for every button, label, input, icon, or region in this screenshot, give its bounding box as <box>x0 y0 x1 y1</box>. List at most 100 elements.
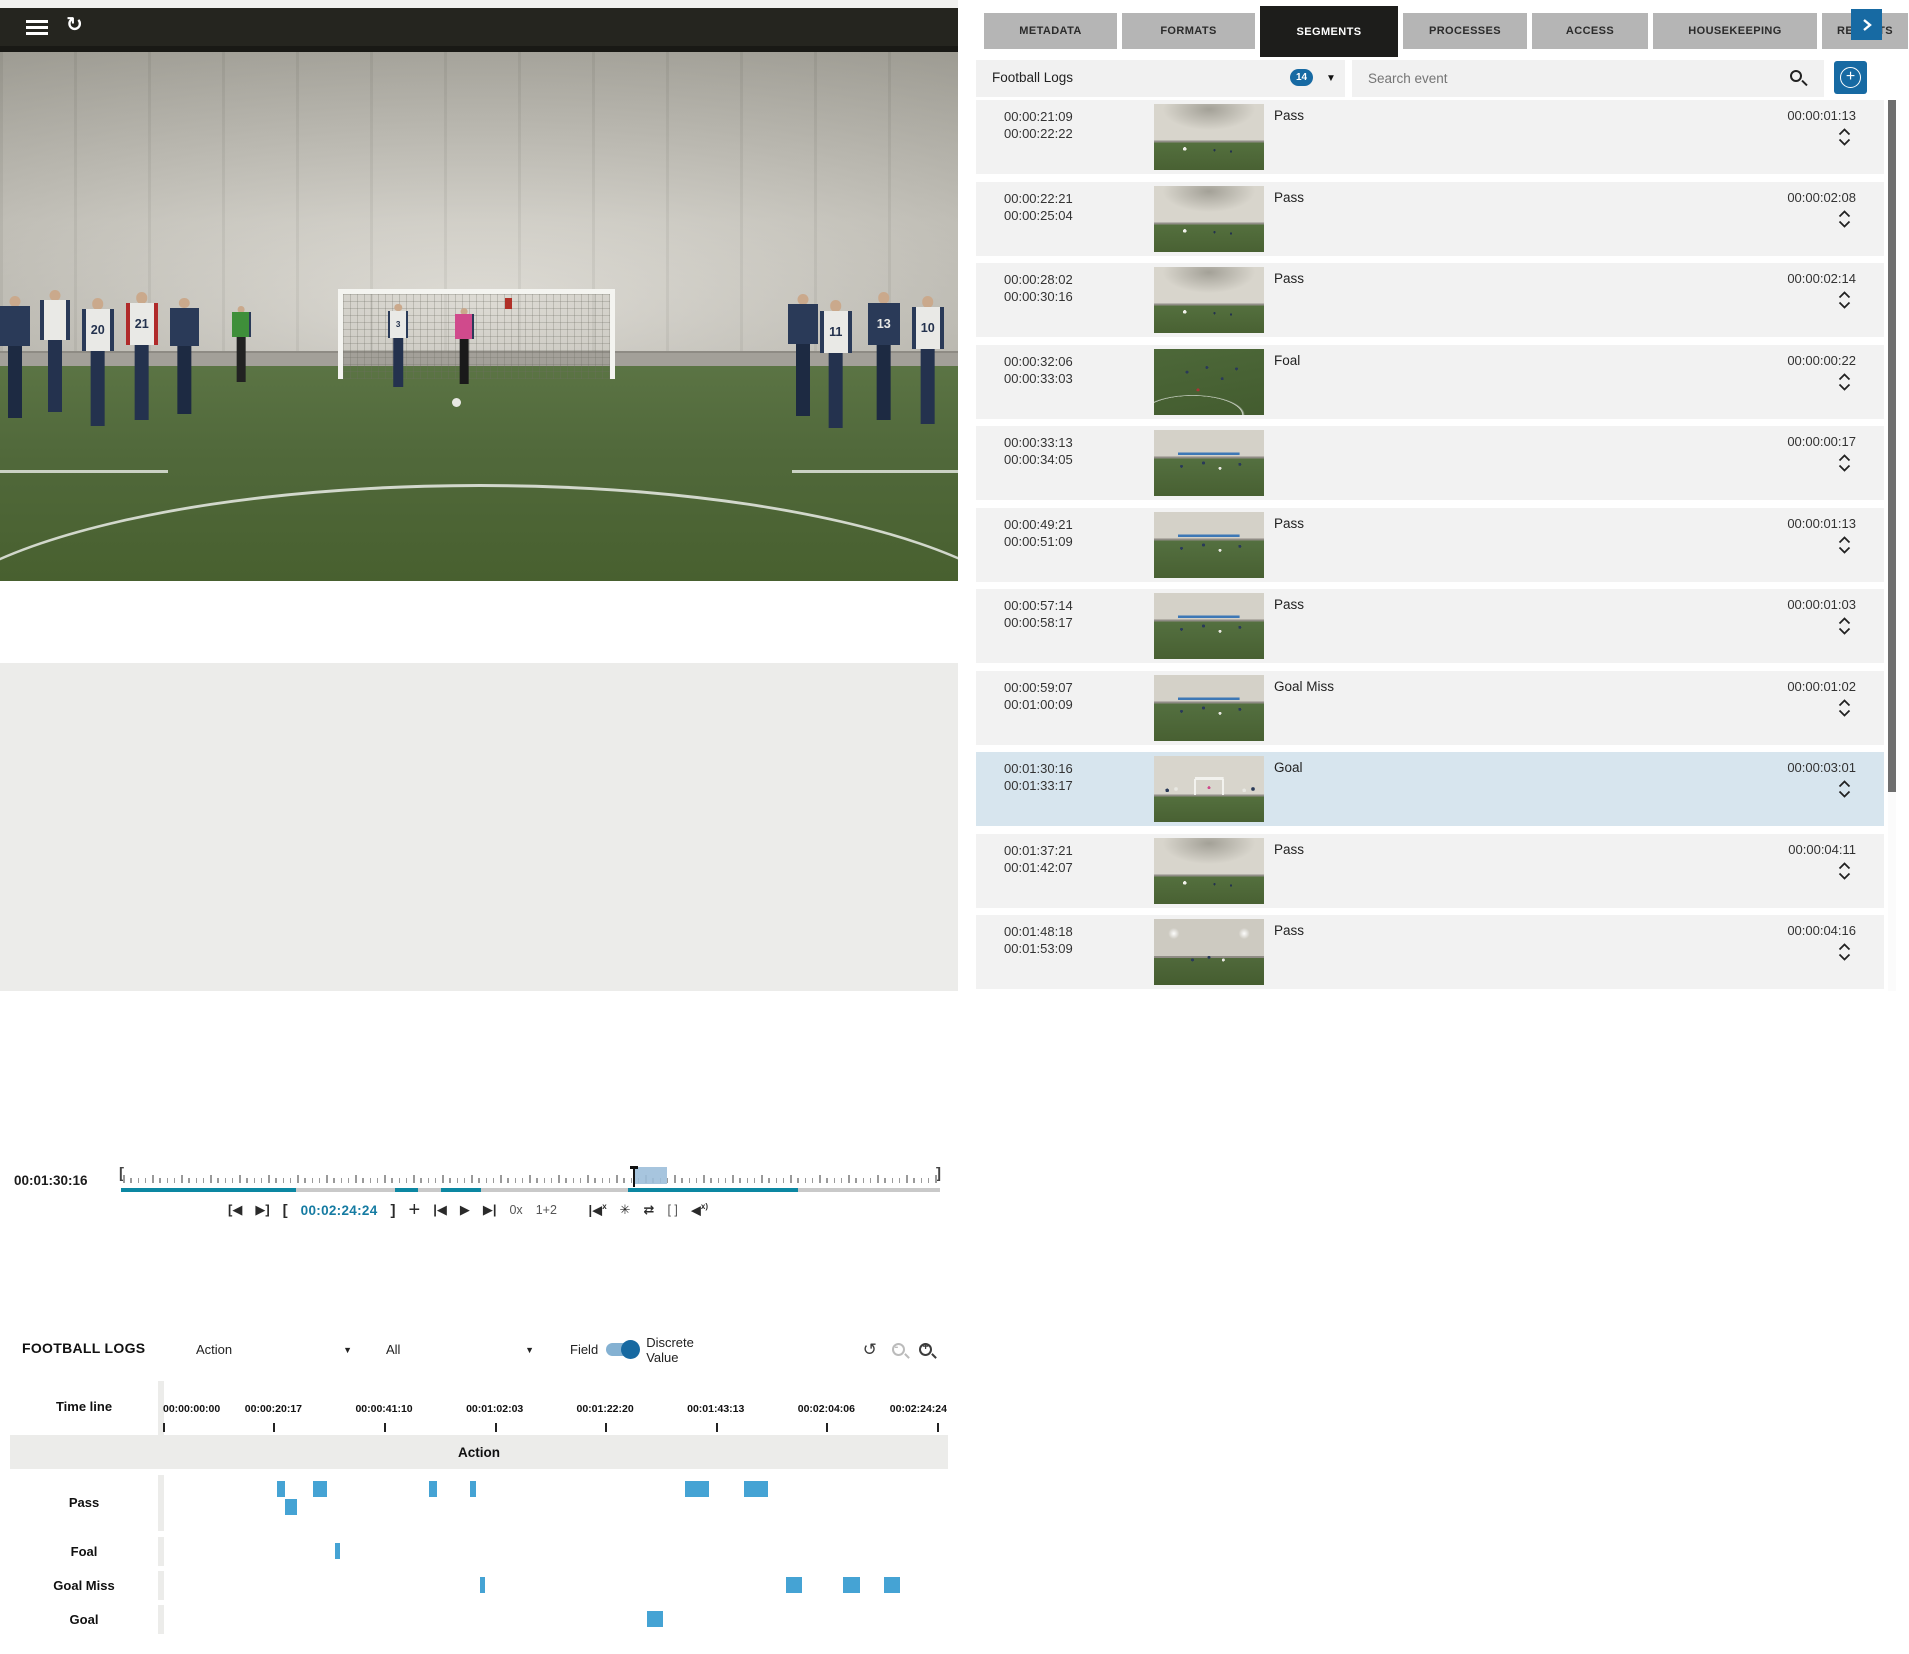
chevron-down-icon[interactable] <box>1838 301 1852 309</box>
player-panel: ↻ 20213111310 00:01:30:16 [ ] [◀▶][00:02… <box>0 0 958 991</box>
chevron-up-icon[interactable] <box>1838 617 1852 625</box>
mark-in-icon[interactable]: [ <box>283 1202 288 1219</box>
search-icon[interactable] <box>1790 70 1802 82</box>
chevron-down-icon[interactable] <box>1838 138 1852 146</box>
segment-row[interactable]: 00:00:57:1400:00:58:17Pass00:00:01:03 <box>976 589 1884 663</box>
event-bar[interactable] <box>480 1577 486 1593</box>
pitch-line-right <box>792 470 958 473</box>
chevron-up-icon[interactable] <box>1838 780 1852 788</box>
reset-history-icon[interactable]: ↺ <box>863 1340 877 1360</box>
playback-rate[interactable]: 0x <box>509 1203 522 1217</box>
event-bar[interactable] <box>685 1481 709 1497</box>
zoom-out-icon[interactable]: - <box>892 1343 905 1356</box>
segment-row[interactable]: 00:00:28:0200:00:30:16Pass00:00:02:14 <box>976 263 1884 337</box>
tab-segments[interactable]: SEGMENTS <box>1260 6 1398 57</box>
segment-out-timecode: 00:00:30:16 <box>1004 289 1073 304</box>
segment-row[interactable]: 00:00:22:2100:00:25:04Pass00:00:02:08 <box>976 182 1884 256</box>
event-bar[interactable] <box>335 1543 340 1559</box>
timeline-ruler[interactable]: [ ] <box>119 1165 941 1195</box>
search-input[interactable] <box>1368 60 1748 97</box>
event-bar[interactable] <box>744 1481 769 1497</box>
chevron-up-icon[interactable] <box>1838 291 1852 299</box>
menu-icon[interactable] <box>26 20 48 35</box>
volume-icon[interactable]: ◀x) <box>691 1202 708 1218</box>
duration-stepper[interactable] <box>1838 454 1852 472</box>
prev-frame-icon[interactable]: |◀ <box>433 1202 447 1218</box>
chevron-up-icon[interactable] <box>1838 943 1852 951</box>
tab-access[interactable]: ACCESS <box>1532 13 1648 49</box>
chevron-down-icon[interactable] <box>1838 464 1852 472</box>
play-icon[interactable]: ▶ <box>460 1202 470 1218</box>
chevron-down-icon[interactable] <box>1838 546 1852 554</box>
event-bar[interactable] <box>884 1577 900 1593</box>
duration-stepper[interactable] <box>1838 862 1852 880</box>
duration-stepper[interactable] <box>1838 780 1852 798</box>
segment-row[interactable]: 00:00:49:2100:00:51:09Pass00:00:01:13 <box>976 508 1884 582</box>
mute-in-icon[interactable]: |◀x <box>589 1202 607 1218</box>
segment-row[interactable]: 00:01:37:2100:01:42:07Pass00:00:04:11 <box>976 834 1884 908</box>
tab-formats[interactable]: FORMATS <box>1122 13 1255 49</box>
chevron-down-icon[interactable] <box>1838 872 1852 880</box>
duration-stepper[interactable] <box>1838 373 1852 391</box>
shutter-icon[interactable]: ✳ <box>620 1202 631 1218</box>
log-collection-select[interactable]: Football Logs 14 ▼ <box>976 60 1345 97</box>
add-segment-button[interactable]: + <box>1834 61 1867 94</box>
segment-row[interactable]: 00:01:30:1600:01:33:17Goal00:00:03:01 <box>976 752 1884 826</box>
fullscreen-icon[interactable]: [ ] <box>667 1203 677 1217</box>
goto-out-icon[interactable]: ▶] <box>255 1202 269 1218</box>
swap-icon[interactable]: ⇄ <box>644 1202 655 1218</box>
action-filter-select[interactable]: Action ▼ <box>184 1331 364 1368</box>
duration-stepper[interactable] <box>1838 943 1852 961</box>
scrollbar-thumb[interactable] <box>1888 100 1896 792</box>
tab-processes[interactable]: PROCESSES <box>1403 13 1527 49</box>
value-filter-select[interactable]: All ▼ <box>374 1331 546 1368</box>
event-bar[interactable] <box>786 1577 802 1593</box>
segment-row[interactable]: 00:00:32:0600:00:33:03Foal00:00:00:22 <box>976 345 1884 419</box>
scrollbar-track[interactable] <box>1888 100 1896 991</box>
duration-stepper[interactable] <box>1838 291 1852 309</box>
add-segment-icon[interactable]: + <box>409 1199 421 1222</box>
event-bar[interactable] <box>843 1577 860 1593</box>
tab-scroll-right-button[interactable] <box>1851 9 1882 40</box>
tab-metadata[interactable]: METADATA <box>984 13 1117 49</box>
event-bar[interactable] <box>285 1499 297 1515</box>
duration-stepper[interactable] <box>1838 210 1852 228</box>
chevron-down-icon[interactable] <box>1838 220 1852 228</box>
duration-stepper[interactable] <box>1838 699 1852 717</box>
next-frame-icon[interactable]: ▶| <box>483 1202 497 1218</box>
tab-housekeeping[interactable]: HOUSEKEEPING <box>1653 13 1817 49</box>
duration-stepper[interactable] <box>1838 128 1852 146</box>
chevron-up-icon[interactable] <box>1838 862 1852 870</box>
event-bar[interactable] <box>277 1481 285 1497</box>
mark-out-icon[interactable]: ] <box>391 1202 396 1219</box>
range-timecode[interactable]: 00:02:24:24 <box>301 1203 378 1218</box>
audio-channels[interactable]: 1+2 <box>536 1203 557 1217</box>
duration-stepper[interactable] <box>1838 617 1852 635</box>
chevron-down-icon[interactable] <box>1838 953 1852 961</box>
event-bar[interactable] <box>647 1611 663 1627</box>
segment-row[interactable]: 00:01:48:1800:01:53:09Pass00:00:04:16 <box>976 915 1884 989</box>
event-bar[interactable] <box>470 1481 476 1497</box>
chevron-up-icon[interactable] <box>1838 454 1852 462</box>
chevron-up-icon[interactable] <box>1838 536 1852 544</box>
chevron-up-icon[interactable] <box>1838 699 1852 707</box>
chevron-down-icon[interactable] <box>1838 709 1852 717</box>
zoom-in-icon[interactable]: + <box>919 1343 932 1356</box>
discrete-value-toggle[interactable] <box>606 1343 638 1356</box>
chevron-down-icon[interactable] <box>1838 790 1852 798</box>
segment-row[interactable]: 00:00:33:1300:00:34:0500:00:00:17 <box>976 426 1884 500</box>
duration-stepper[interactable] <box>1838 536 1852 554</box>
refresh-icon[interactable]: ↻ <box>66 12 83 37</box>
playhead[interactable] <box>633 1166 635 1187</box>
chevron-up-icon[interactable] <box>1838 210 1852 218</box>
video-frame[interactable]: 20213111310 <box>0 46 958 581</box>
goto-in-icon[interactable]: [◀ <box>228 1202 242 1218</box>
chevron-up-icon[interactable] <box>1838 128 1852 136</box>
event-bar[interactable] <box>313 1481 327 1497</box>
segment-row[interactable]: 00:00:59:0700:01:00:09Goal Miss00:00:01:… <box>976 671 1884 745</box>
segment-row[interactable]: 00:00:21:0900:00:22:22Pass00:00:01:13 <box>976 100 1884 174</box>
chevron-down-icon[interactable] <box>1838 383 1852 391</box>
chevron-up-icon[interactable] <box>1838 373 1852 381</box>
chevron-down-icon[interactable] <box>1838 627 1852 635</box>
event-bar[interactable] <box>429 1481 437 1497</box>
